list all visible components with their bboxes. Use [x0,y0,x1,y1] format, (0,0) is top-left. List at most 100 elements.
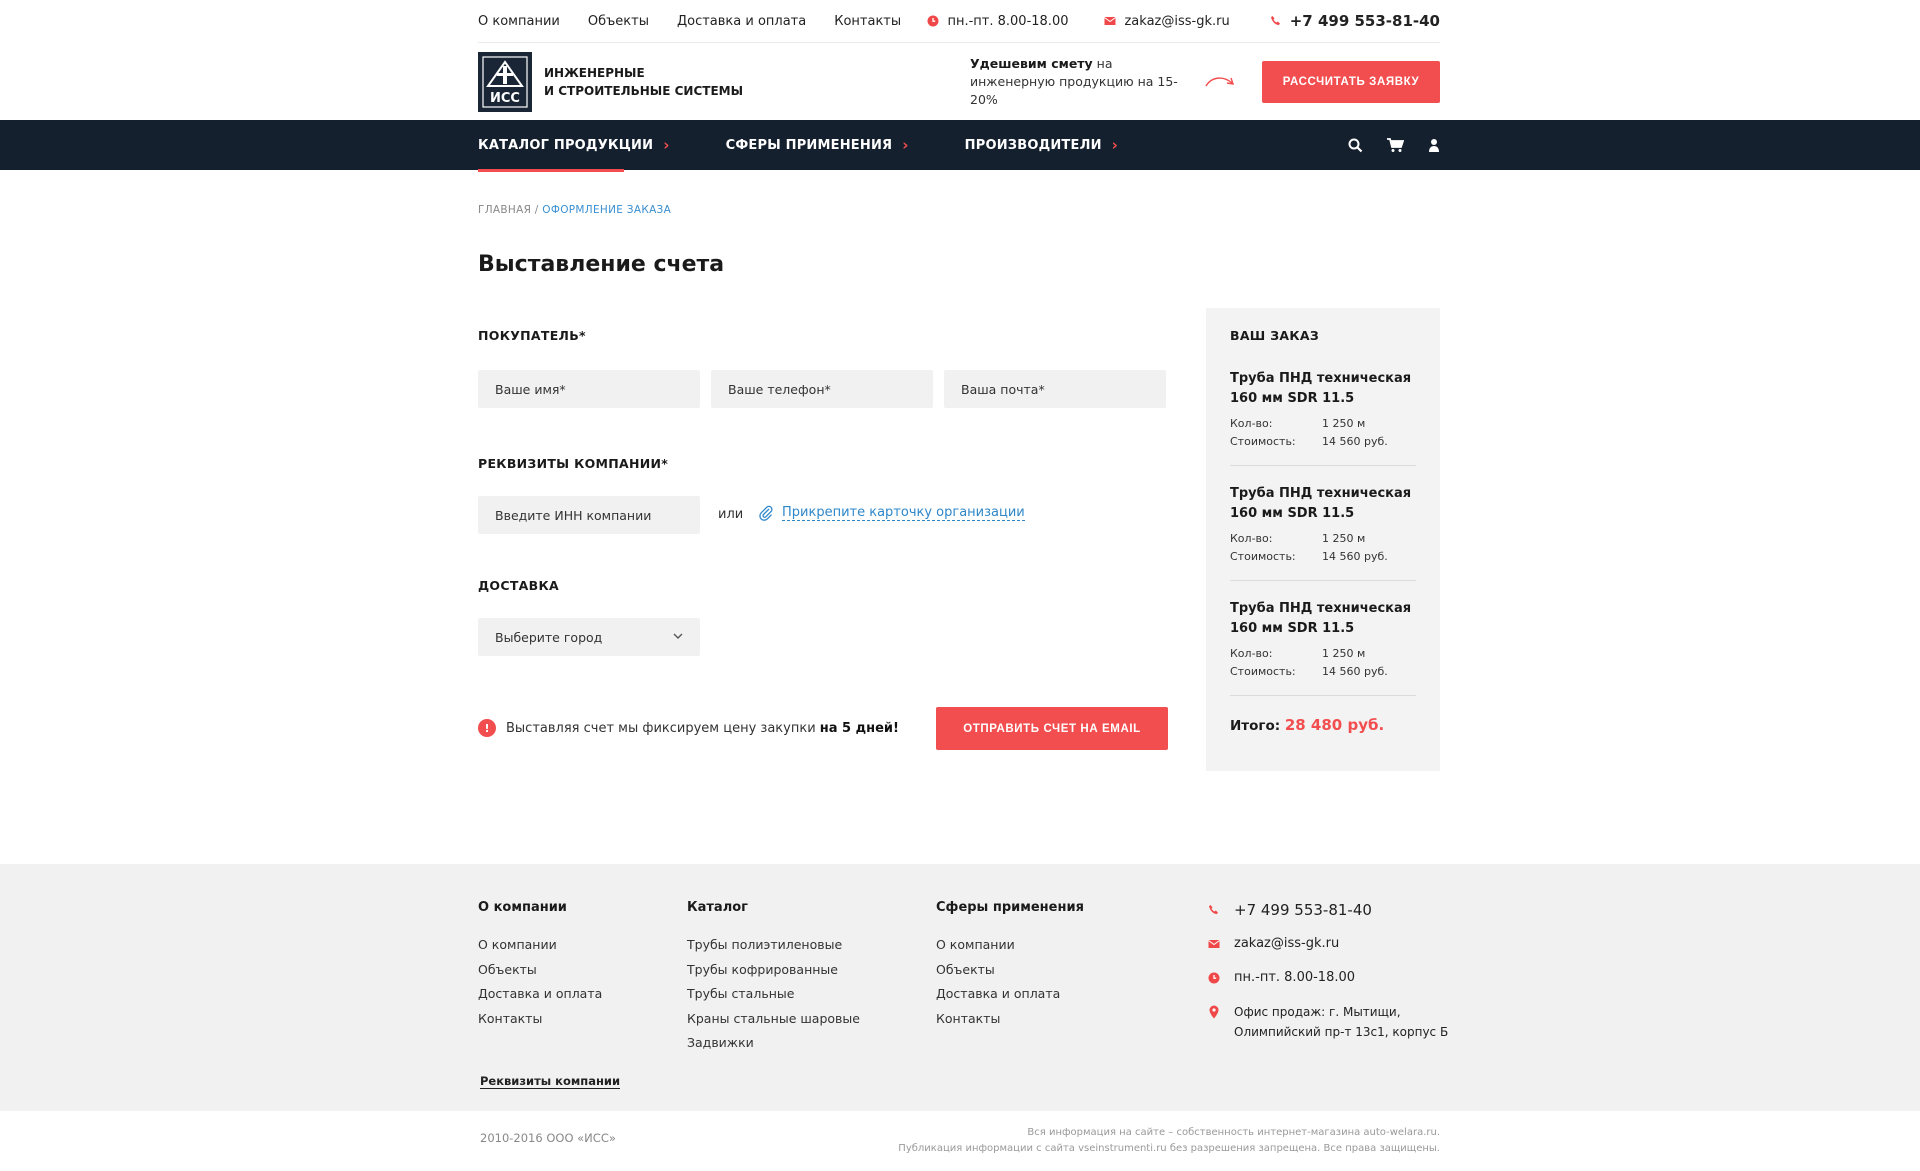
top-email-text: zakaz@iss-gk.ru [1124,13,1230,29]
rights-line-1: Вся информация на сайте – собственность … [1027,1127,1440,1138]
email-input[interactable]: Ваша почта* [944,370,1166,408]
work-hours-text: пн.-пт. 8.00-18.00 [947,13,1069,29]
nav-applications-label: СФЕРЫ ПРИМЕНЕНИЯ [725,137,893,153]
footer-link[interactable]: Трубы стальные [687,982,860,1007]
promo-text: Удешевим смету на инженерную продукцию н… [970,55,1190,109]
nav-catalog-label: КАТАЛОГ ПРОДУКЦИИ [478,137,654,153]
footer-email-text: zakaz@iss-gk.ru [1234,936,1340,951]
brand-name: ИНЖЕНЕРНЫЕ И СТРОИТЕЛЬНЫЕ СИСТЕМЫ [544,64,743,100]
phone-icon [1270,16,1280,26]
footer-link[interactable]: О компании [936,933,1084,958]
location-pin-icon [1209,1005,1219,1019]
footer-link[interactable]: Контакты [478,1007,602,1032]
footer-email[interactable]: zakaz@iss-gk.ru [1208,934,1448,954]
breadcrumb-home[interactable]: ГЛАВНАЯ [478,204,531,216]
chevron-down-icon [673,633,683,639]
buyer-section-title: ПОКУПАТЕЛЬ* [478,328,586,343]
city-select[interactable]: Выберите город [478,618,700,656]
nav-manufacturers[interactable]: ПРОИЗВОДИТЕЛИ › [965,120,1118,170]
header: ИСС ИНЖЕНЕРНЫЕ И СТРОИТЕЛЬНЫЕ СИСТЕМЫ Уд… [478,44,1440,120]
footer-link[interactable]: Контакты [936,1007,1084,1032]
chevron-right-icon: › [902,136,909,154]
curved-arrow-icon [1205,77,1235,87]
attach-card-link[interactable]: Прикрепите карточку организации [758,505,1025,521]
footer-link[interactable]: Трубы кофрированные [687,958,860,983]
top-bar: О компании Объекты Доставка и оплата Кон… [478,0,1440,43]
qty-label: Кол-во: [1230,647,1273,660]
breadcrumb-current: ОФОРМЛЕНИЕ ЗАКАЗА [542,204,672,216]
alert-icon: ! [478,719,496,737]
phone-input[interactable]: Ваше телефон* [711,370,933,408]
footer-link[interactable]: Объекты [936,958,1084,983]
order-item-name: Труба ПНД техническая 160 мм SDR 11.5 [1230,601,1412,636]
logo-text: ИСС [490,91,520,106]
order-item: Труба ПНД техническая 160 мм SDR 11.5 Ко… [1230,599,1416,696]
top-contacts: пн.-пт. 8.00-18.00 zakaz@iss-gk.ru +7 49… [927,12,1440,30]
footer-link[interactable]: О компании [478,933,602,958]
work-hours: пн.-пт. 8.00-18.00 [927,14,1068,29]
send-invoice-button[interactable]: ОТПРАВИТЬ СЧЕТ НА EMAIL [936,707,1168,750]
order-item: Труба ПНД техническая 160 мм SDR 11.5 Ко… [1230,369,1416,466]
footer-link[interactable]: Задвижки [687,1031,860,1056]
qty-label: Кол-во: [1230,532,1273,545]
footer-link[interactable]: Трубы полиэтиленовые [687,933,860,958]
cost-value: 14 560 руб. [1322,435,1388,448]
total-label: Итого: [1230,718,1281,734]
company-requisites-link[interactable]: Реквизиты компании [480,1074,621,1089]
order-total: Итого: 28 480 руб. [1230,716,1416,734]
logo[interactable]: ИСС [478,52,532,112]
clock-icon [927,15,939,27]
attach-card-text: Прикрепите карточку организации [782,505,1025,521]
qty-value: 1 250 м [1322,417,1366,430]
footer-phone-text: +7 499 553-81-40 [1234,901,1372,919]
calculate-request-button[interactable]: РАССЧИТАТЬ ЗАЯВКУ [1262,61,1440,103]
footer-col-title: Каталог [687,900,748,915]
mail-icon [1104,17,1117,25]
top-link-contacts[interactable]: Контакты [834,14,901,29]
top-nav: О компании Объекты Доставка и оплата Кон… [478,14,901,29]
clock-icon [1208,972,1220,984]
logo-emblem: ИСС [482,56,528,108]
footer-link[interactable]: Доставка и оплата [936,982,1084,1007]
qty-label: Кол-во: [1230,417,1273,430]
footer-phone[interactable]: +7 499 553-81-40 [1208,900,1448,920]
footer-col-company: О компании О компании Объекты Доставка и… [478,900,602,1031]
top-link-objects[interactable]: Объекты [588,14,649,29]
top-link-delivery[interactable]: Доставка и оплата [677,14,806,29]
main-nav: КАТАЛОГ ПРОДУКЦИИ › СФЕРЫ ПРИМЕНЕНИЯ › П… [0,120,1920,172]
paperclip-icon [759,505,773,521]
cart-icon[interactable] [1387,137,1404,153]
nav-manufacturers-label: ПРОИЗВОДИТЕЛИ [964,137,1102,153]
search-icon[interactable] [1348,138,1363,153]
chevron-right-icon: › [1111,136,1119,154]
order-item: Труба ПНД техническая 160 мм SDR 11.5 Ко… [1230,484,1416,581]
rights-line-2: Публикация информации с сайта vseinstrum… [898,1143,1440,1154]
order-item-name: Труба ПНД техническая 160 мм SDR 11.5 [1230,371,1412,406]
footer-hours: пн.-пт. 8.00-18.00 [1208,968,1448,988]
mail-icon [1208,940,1220,948]
nav-applications[interactable]: СФЕРЫ ПРИМЕНЕНИЯ › [726,120,909,170]
inn-input[interactable]: Введите ИНН компании [478,496,700,534]
qty-value: 1 250 м [1322,532,1366,545]
or-label: или [718,507,744,522]
nav-catalog[interactable]: КАТАЛОГ ПРОДУКЦИИ › [478,120,670,172]
user-icon[interactable] [1428,138,1440,153]
phone-icon [1209,905,1218,915]
rights-notice: Вся информация на сайте – собственность … [898,1125,1440,1157]
price-fix-notice: ! Выставляя счет мы фиксируем цену закуп… [478,719,899,737]
delivery-section-title: ДОСТАВКА [478,578,559,593]
name-input[interactable]: Ваше имя* [478,370,700,408]
footer-col-applications: Сферы применения О компании Объекты Дост… [936,900,1084,1031]
cost-value: 14 560 руб. [1322,550,1388,563]
order-item-name: Труба ПНД техническая 160 мм SDR 11.5 [1230,486,1412,521]
top-email[interactable]: zakaz@iss-gk.ru [1104,13,1230,29]
footer-link[interactable]: Краны стальные шаровые [687,1007,860,1032]
footer-hours-text: пн.-пт. 8.00-18.00 [1234,970,1356,985]
footer-link[interactable]: Объекты [478,958,602,983]
footer-link[interactable]: Доставка и оплата [478,982,602,1007]
top-link-about[interactable]: О компании [478,14,560,29]
breadcrumb-separator: / [531,204,543,216]
cost-label: Стоимость: [1230,435,1296,448]
top-phone[interactable]: +7 499 553-81-40 [1270,12,1440,30]
cost-value: 14 560 руб. [1322,665,1388,678]
